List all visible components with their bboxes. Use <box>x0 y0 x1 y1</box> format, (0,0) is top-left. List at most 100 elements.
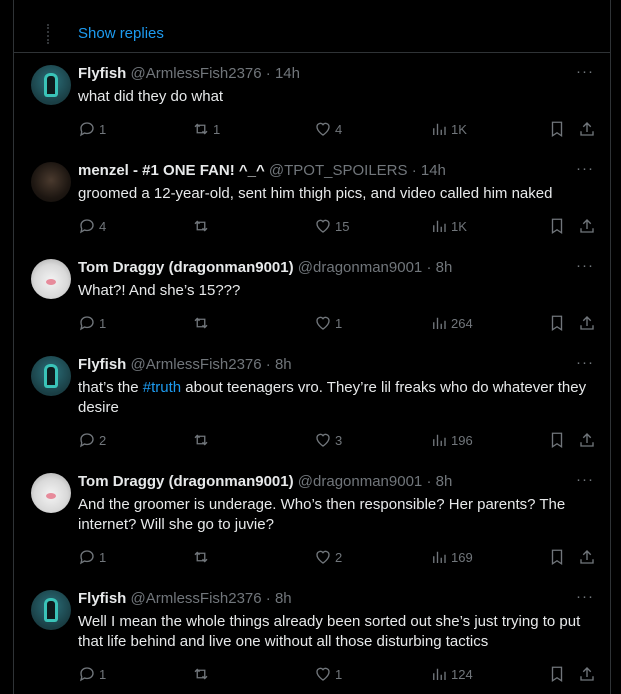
avatar[interactable] <box>31 65 71 105</box>
like-button[interactable]: 15 <box>314 217 349 235</box>
bookmark-button[interactable] <box>548 548 569 566</box>
view-count: 124 <box>451 666 473 682</box>
retweet-button[interactable] <box>192 665 213 683</box>
timestamp[interactable]: · 8h <box>426 259 452 276</box>
display-name[interactable]: Tom Draggy (dragonman9001) <box>78 473 294 490</box>
show-replies-row: Show replies <box>14 20 610 53</box>
share-button[interactable] <box>578 314 599 332</box>
views-icon <box>430 217 448 235</box>
retweet-icon <box>192 217 210 235</box>
timestamp[interactable]: · 8h <box>266 356 292 373</box>
tweet-header: Tom Draggy (dragonman9001) @dragonman900… <box>78 257 594 279</box>
reply-button[interactable]: 1 <box>78 665 106 683</box>
display-name[interactable]: Tom Draggy (dragonman9001) <box>78 259 294 276</box>
bookmark-button[interactable] <box>548 431 569 449</box>
timestamp[interactable]: · 14h <box>412 162 446 179</box>
handle[interactable]: @dragonman9001 <box>298 473 422 490</box>
share-icon <box>578 548 596 566</box>
avatar[interactable] <box>31 590 71 630</box>
tweet-header: Flyfish @ArmlessFish2376 · 14h ··· <box>78 63 594 85</box>
handle[interactable]: @dragonman9001 <box>298 259 422 276</box>
bookmark-button[interactable] <box>548 217 569 235</box>
view-count: 169 <box>451 549 473 565</box>
like-button[interactable]: 1 <box>314 665 342 683</box>
retweet-button[interactable]: 1 <box>192 120 220 138</box>
retweet-icon <box>192 431 210 449</box>
bookmark-icon <box>548 665 566 683</box>
reply-count: 1 <box>99 315 107 331</box>
views-icon <box>430 314 448 332</box>
views-button[interactable]: 1K <box>430 217 467 235</box>
like-button[interactable]: 4 <box>314 120 342 138</box>
like-button[interactable]: 2 <box>314 548 342 566</box>
tweet-header: Flyfish @ArmlessFish2376 · 8h ··· <box>78 354 594 376</box>
hashtag-link[interactable]: #truth <box>143 379 181 396</box>
reply-button[interactable]: 2 <box>78 431 106 449</box>
views-button[interactable]: 169 <box>430 548 473 566</box>
heart-icon <box>314 548 332 566</box>
share-button[interactable] <box>578 548 599 566</box>
bookmark-button[interactable] <box>548 120 569 138</box>
timestamp[interactable]: · 14h <box>266 65 300 82</box>
retweet-button[interactable] <box>192 217 213 235</box>
reply-button[interactable]: 1 <box>78 548 106 566</box>
reply-icon <box>78 431 96 449</box>
reply-count: 2 <box>99 432 107 448</box>
avatar[interactable] <box>31 356 71 396</box>
more-icon[interactable]: ··· <box>576 354 594 371</box>
tweet-text: What?! And she’s 15??? <box>78 282 241 299</box>
retweet-icon <box>192 314 210 332</box>
share-button[interactable] <box>578 120 599 138</box>
timestamp[interactable]: · 8h <box>266 590 292 607</box>
avatar[interactable] <box>31 259 71 299</box>
reply-button[interactable]: 1 <box>78 120 106 138</box>
display-name[interactable]: Flyfish <box>78 65 126 82</box>
bookmark-button[interactable] <box>548 314 569 332</box>
timestamp[interactable]: · 8h <box>426 473 452 490</box>
like-count: 1 <box>335 315 343 331</box>
share-icon <box>578 665 596 683</box>
avatar[interactable] <box>31 162 71 202</box>
like-button[interactable]: 1 <box>314 314 342 332</box>
views-button[interactable]: 196 <box>430 431 473 449</box>
heart-icon <box>314 217 332 235</box>
share-button[interactable] <box>578 217 599 235</box>
more-icon[interactable]: ··· <box>576 471 594 488</box>
views-button[interactable]: 1K <box>430 120 467 138</box>
views-button[interactable]: 124 <box>430 665 473 683</box>
retweet-button[interactable] <box>192 314 213 332</box>
more-icon[interactable]: ··· <box>576 588 594 605</box>
like-button[interactable]: 3 <box>314 431 342 449</box>
handle[interactable]: @ArmlessFish2376 <box>131 356 262 373</box>
handle[interactable]: @ArmlessFish2376 <box>131 590 262 607</box>
conversation-column: Show replies Flyfish @ArmlessFish2376 · … <box>13 0 611 694</box>
more-icon[interactable]: ··· <box>576 63 594 80</box>
like-count: 2 <box>335 549 343 565</box>
more-icon[interactable]: ··· <box>576 160 594 177</box>
retweet-button[interactable] <box>192 431 213 449</box>
more-icon[interactable]: ··· <box>576 257 594 274</box>
tweet-header: menzel - #1 ONE FAN! ^_^ @TPOT_SPOILERS … <box>78 160 594 182</box>
views-icon <box>430 431 448 449</box>
views-button[interactable]: 264 <box>430 314 473 332</box>
handle[interactable]: @TPOT_SPOILERS <box>269 162 408 179</box>
like-count: 3 <box>335 432 343 448</box>
show-replies-link[interactable]: Show replies <box>78 25 164 42</box>
views-icon <box>430 120 448 138</box>
bookmark-button[interactable] <box>548 665 569 683</box>
like-count: 1 <box>335 666 343 682</box>
view-count: 264 <box>451 315 473 331</box>
retweet-button[interactable] <box>192 548 213 566</box>
share-button[interactable] <box>578 431 599 449</box>
display-name[interactable]: Flyfish <box>78 356 126 373</box>
handle[interactable]: @ArmlessFish2376 <box>131 65 262 82</box>
reply-button[interactable]: 4 <box>78 217 106 235</box>
reply-button[interactable]: 1 <box>78 314 106 332</box>
share-button[interactable] <box>578 665 599 683</box>
display-name[interactable]: Flyfish <box>78 590 126 607</box>
tweet-actions: 4 15 1K <box>78 217 596 237</box>
avatar[interactable] <box>31 473 71 513</box>
display-name[interactable]: menzel - #1 ONE FAN! ^_^ <box>78 162 265 179</box>
tweet-actions: 2 3 196 <box>78 431 596 451</box>
tweet-text: Well I mean the whole things already bee… <box>78 613 581 650</box>
